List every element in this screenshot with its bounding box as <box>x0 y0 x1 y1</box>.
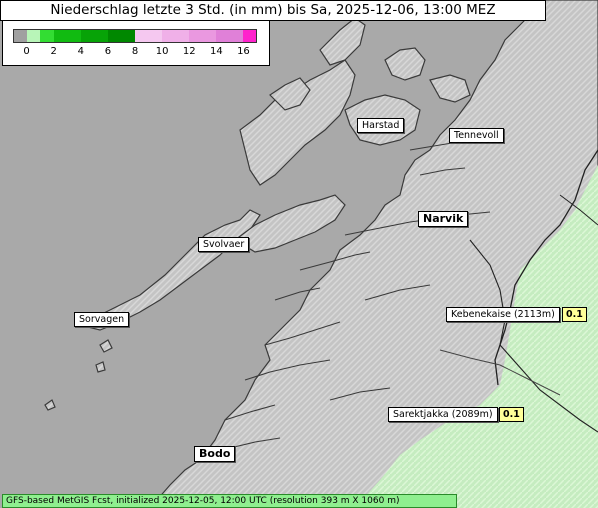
legend-tick-label: 10 <box>155 46 169 57</box>
legend-tick-label: 14 <box>209 46 223 57</box>
legend-bar-outline <box>13 29 257 43</box>
terrain-map <box>0 0 598 508</box>
legend-tick-label: 8 <box>131 46 139 57</box>
legend-color-bar <box>13 29 257 43</box>
map-view: Niederschlag letzte 3 Std. (in mm) bis S… <box>0 0 598 508</box>
legend-tick-label: 4 <box>77 46 84 57</box>
legend-tick-label: 0 <box>23 46 30 57</box>
legend-tick-label: 2 <box>50 46 57 57</box>
place-label-sorvagen: Sorvagen <box>74 312 130 327</box>
place-label-bodo: Bodo <box>194 446 236 462</box>
place-label-kebenekaise: Kebenekaise (2113m) <box>446 307 560 322</box>
place-label-tennevoll: Tennevoll <box>449 128 504 143</box>
legend-ticks: 0 2 4 6 8 10 12 14 16 <box>3 45 269 61</box>
precip-value-sarektjakka: 0.1 <box>499 407 524 422</box>
precip-legend: 0 2 4 6 8 10 12 14 16 <box>2 20 270 66</box>
place-label-harstad: Harstad <box>357 118 405 133</box>
legend-tick-label: 16 <box>237 46 250 57</box>
place-label-svolvaer: Svolvaer <box>198 237 250 252</box>
legend-tick-label: 6 <box>104 46 112 57</box>
place-label-sarektjakka: Sarektjakka (2089m) <box>388 407 498 422</box>
forecast-footer: GFS-based MetGIS Fcst, initialized 2025-… <box>2 494 457 508</box>
place-label-narvik: Narvik <box>418 211 469 227</box>
precip-value-kebenekaise: 0.1 <box>562 307 587 322</box>
legend-tick-label: 12 <box>182 46 196 57</box>
map-title: Niederschlag letzte 3 Std. (in mm) bis S… <box>0 0 546 21</box>
